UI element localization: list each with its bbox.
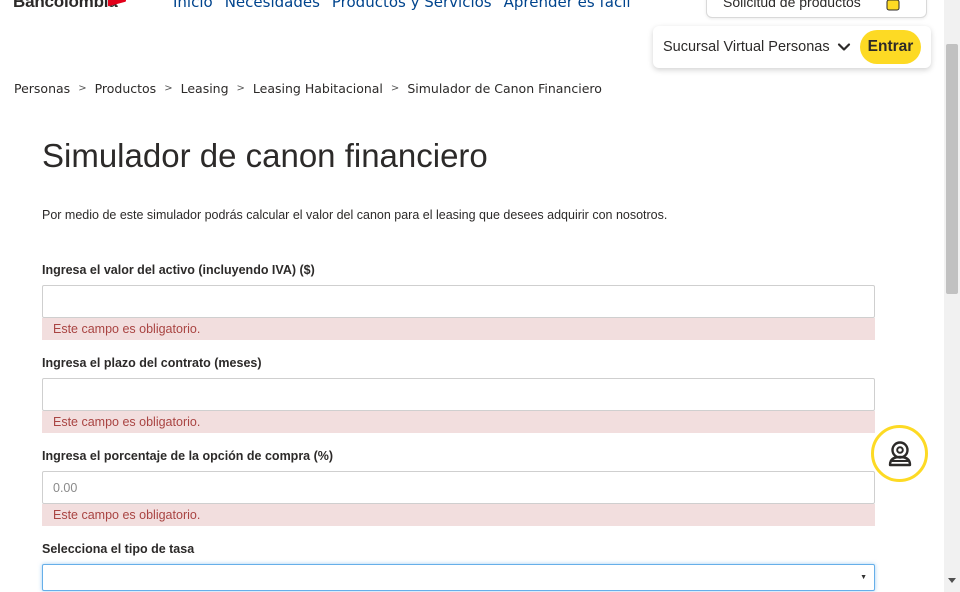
plazo-contrato-input[interactable] (42, 378, 875, 411)
breadcrumb-separator: > (78, 83, 87, 94)
shopping-bag-icon (886, 0, 900, 11)
breadcrumb-separator: > (164, 83, 173, 94)
breadcrumb-separator: > (236, 83, 245, 94)
top-nav: Inicio Necesidades Productos y Servicios… (173, 0, 631, 11)
breadcrumb-item-current: Simulador de Canon Financiero (407, 81, 602, 96)
caret-down-icon: ▼ (860, 574, 867, 581)
page-title: Simulador de canon financiero (42, 137, 488, 174)
tipo-tasa-label: Selecciona el tipo de tasa (42, 542, 195, 556)
plazo-contrato-label: Ingresa el plazo del contrato (meses) (42, 356, 262, 370)
opcion-compra-label: Ingresa el porcentaje de la opción de co… (42, 449, 334, 463)
valor-activo-input[interactable] (42, 285, 875, 318)
breadcrumb-item-personas[interactable]: Personas (14, 81, 70, 96)
breadcrumb-item-leasing-habitacional[interactable]: Leasing Habitacional (253, 81, 383, 96)
brand-logo-text[interactable]: Bancolombia (13, 0, 118, 12)
chevron-down-icon[interactable] (837, 40, 851, 54)
page-scrollbar[interactable] (944, 0, 960, 592)
breadcrumb-item-productos[interactable]: Productos (95, 81, 157, 96)
valor-activo-error: Este campo es obligatorio. (42, 318, 875, 340)
valor-activo-label: Ingresa el valor del activo (incluyendo … (42, 263, 315, 277)
nav-item-necesidades[interactable]: Necesidades (225, 0, 320, 11)
plazo-contrato-error: Este campo es obligatorio. (42, 411, 875, 433)
solicitud-productos-button[interactable]: Solicitud de productos (706, 0, 927, 18)
scroll-down-arrow-icon[interactable] (948, 578, 956, 583)
breadcrumb-separator: > (390, 83, 400, 94)
chat-support-button[interactable] (871, 425, 928, 482)
intro-text: Por medio de este simulador podrás calcu… (42, 208, 668, 222)
sucursal-virtual-panel: Sucursal Virtual Personas Entrar (653, 26, 931, 68)
nav-item-inicio[interactable]: Inicio (173, 0, 213, 11)
sucursal-virtual-label[interactable]: Sucursal Virtual Personas (663, 39, 830, 55)
opcion-compra-input[interactable] (42, 471, 875, 504)
breadcrumb-item-leasing[interactable]: Leasing (181, 81, 229, 96)
entrar-button[interactable]: Entrar (860, 30, 921, 64)
nav-item-productos[interactable]: Productos y Servicios (332, 0, 492, 11)
scrollbar-thumb[interactable] (946, 44, 958, 294)
opcion-compra-error: Este campo es obligatorio. (42, 504, 875, 526)
breadcrumb: Personas > Productos > Leasing > Leasing… (14, 81, 602, 96)
chat-support-icon (888, 441, 912, 467)
nav-item-aprender[interactable]: Aprender es fácil (504, 0, 631, 11)
solicitud-label: Solicitud de productos (723, 0, 861, 10)
tipo-tasa-select[interactable]: ▼ (42, 564, 875, 591)
top-header: Bancolombia Inicio Necesidades Productos… (0, 0, 944, 20)
